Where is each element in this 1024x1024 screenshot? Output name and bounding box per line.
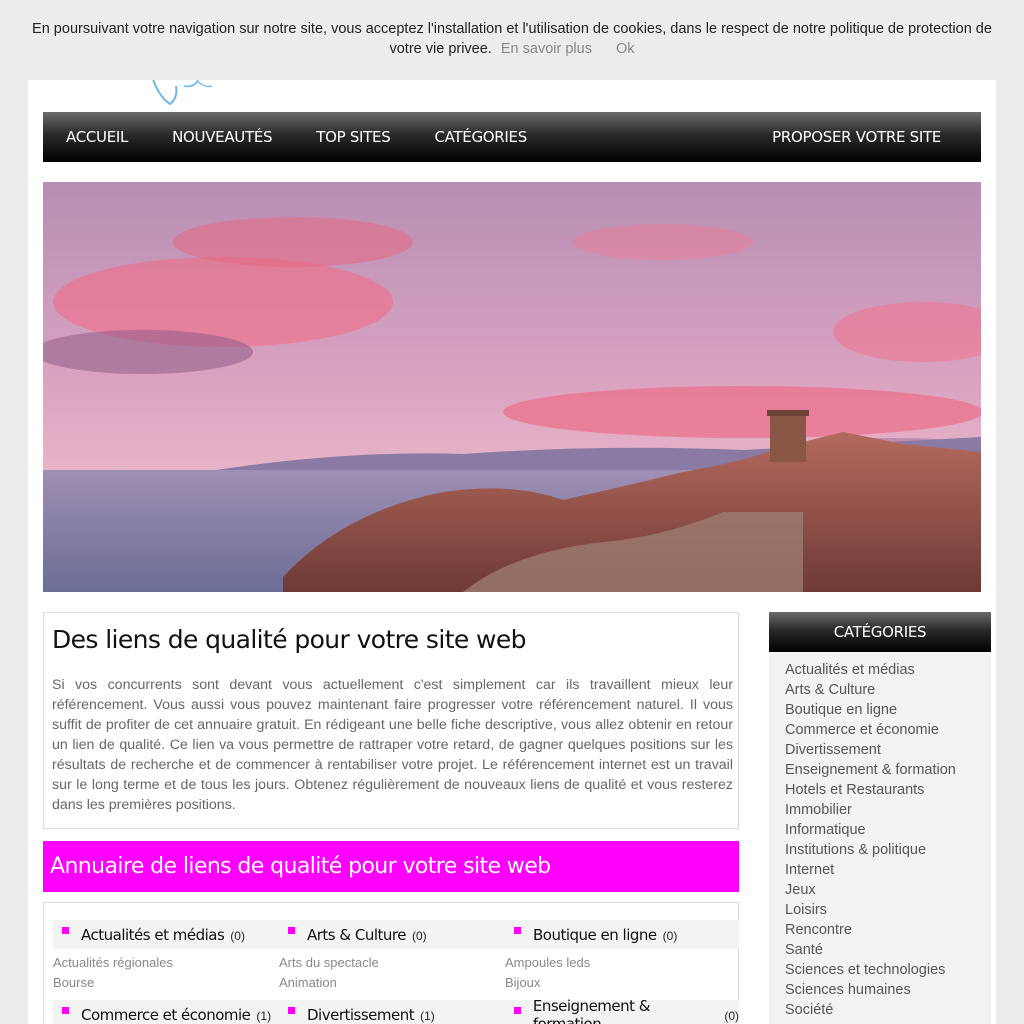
sidebar-item[interactable]: Actualités et médias <box>769 660 991 680</box>
sidebar-item[interactable]: Rencontre <box>769 920 991 940</box>
subcategory-link[interactable]: Bijoux <box>505 975 540 990</box>
subcategory-link[interactable]: Actualités régionales <box>53 955 173 970</box>
category-count: (0) <box>230 929 245 943</box>
sidebar-item[interactable]: Commerce et économie <box>769 720 991 740</box>
cookie-banner: En poursuivant votre navigation sur notr… <box>0 0 1024 80</box>
sidebar-item[interactable]: Sciences humaines <box>769 980 991 1000</box>
sidebar-item[interactable]: Boutique en ligne <box>769 700 991 720</box>
sidebar-item[interactable]: Loisirs <box>769 900 991 920</box>
subcategory-link[interactable]: Arts du spectacle <box>279 955 379 970</box>
subcategory-link[interactable]: Animation <box>279 975 337 990</box>
nav-categories[interactable]: CATÉGORIES <box>411 128 548 146</box>
nav-nouveautes[interactable]: NOUVEAUTÉS <box>149 128 293 146</box>
sidebar-header: CATÉGORIES <box>769 612 991 652</box>
main-nav: ACCUEIL NOUVEAUTÉS TOP SITES CATÉGORIES … <box>43 112 981 162</box>
bullet-icon <box>62 927 69 934</box>
sidebar-item[interactable]: Immobilier <box>769 800 991 820</box>
intro-title: Des liens de qualité pour votre site web <box>52 625 527 654</box>
intro-text: Si vos concurrents sont devant vous actu… <box>52 677 733 813</box>
sidebar-item[interactable]: Jeux <box>769 880 991 900</box>
sidebar-title: CATÉGORIES <box>833 623 927 641</box>
directory-title: Annuaire de liens de qualité pour votre … <box>50 854 551 879</box>
category-name[interactable]: Arts & Culture <box>307 926 406 944</box>
sidebar-item[interactable]: Société <box>769 1000 991 1020</box>
sidebar-item[interactable]: Divertissement <box>769 740 991 760</box>
directory-header: Annuaire de liens de qualité pour votre … <box>43 841 739 892</box>
sidebar-item[interactable]: Hotels et Restaurants <box>769 780 991 800</box>
category-name[interactable]: Boutique en ligne <box>533 926 657 944</box>
category-count: (1) <box>420 1009 435 1023</box>
bullet-icon <box>514 1007 521 1014</box>
category-name[interactable]: Actualités et médias <box>81 926 225 944</box>
category-name[interactable]: Enseignement & formation <box>533 997 718 1024</box>
category-item[interactable]: Actualités et médias (0) <box>62 920 245 949</box>
sidebar-category-list: Actualités et médias Arts & Culture Bout… <box>769 652 991 1024</box>
directory-panel: Actualités et médias (0) Arts & Culture … <box>43 902 739 1024</box>
bullet-icon <box>514 927 521 934</box>
subcategory-link[interactable]: Ampoules leds <box>505 955 590 970</box>
bullet-icon <box>288 927 295 934</box>
nav-accueil[interactable]: ACCUEIL <box>43 128 149 146</box>
sidebar-item[interactable]: Informatique <box>769 820 991 840</box>
bullet-icon <box>62 1007 69 1014</box>
category-item[interactable]: Divertissement (1) <box>288 1000 435 1024</box>
sidebar-item[interactable]: Santé <box>769 940 991 960</box>
category-name[interactable]: Divertissement <box>307 1006 415 1024</box>
category-item[interactable]: Commerce et économie (1) <box>62 1000 271 1024</box>
bullet-icon <box>288 1007 295 1014</box>
nav-top-sites[interactable]: TOP SITES <box>293 128 411 146</box>
category-count: (0) <box>662 929 678 943</box>
category-count: (1) <box>256 1009 272 1023</box>
cookie-ok-button[interactable]: Ok <box>616 41 635 57</box>
category-item[interactable]: Boutique en ligne (0) <box>514 920 677 949</box>
category-name[interactable]: Commerce et économie <box>81 1006 251 1024</box>
sidebar-item[interactable]: Sciences et technologies <box>769 960 991 980</box>
category-row-1: Actualités et médias (0) Arts & Culture … <box>53 920 739 949</box>
sidebar-item[interactable]: Internet <box>769 860 991 880</box>
nav-proposer-site[interactable]: PROPOSER VOTRE SITE <box>749 128 981 146</box>
category-count: (0) <box>724 1009 739 1023</box>
subcategory-link[interactable]: Bourse <box>53 975 94 990</box>
category-item[interactable]: Enseignement & formation (0) <box>514 997 739 1024</box>
sidebar-item[interactable]: Arts & Culture <box>769 680 991 700</box>
category-item[interactable]: Arts & Culture (0) <box>288 920 427 949</box>
category-count: (0) <box>411 929 427 943</box>
intro-panel: Des liens de qualité pour votre site web… <box>43 612 739 829</box>
hero-banner-image <box>43 182 981 592</box>
cookie-more-link[interactable]: En savoir plus <box>501 41 592 57</box>
category-row-2: Commerce et économie (1) Divertissement … <box>53 997 739 1024</box>
sidebar-item[interactable]: Institutions & politique <box>769 840 991 860</box>
sidebar-item[interactable]: Enseignement & formation <box>769 760 991 780</box>
